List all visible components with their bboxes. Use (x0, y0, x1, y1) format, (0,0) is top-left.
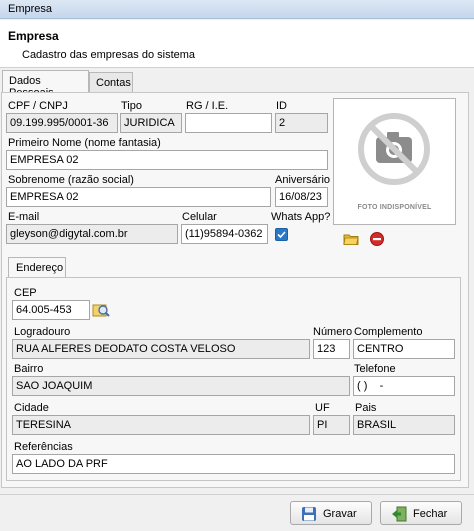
primeiro-nome-field[interactable]: EMPRESA 02 (6, 150, 328, 170)
logradouro-field[interactable]: RUA ALFERES DEODATO COSTA VELOSO (12, 339, 310, 359)
email-field[interactable]: gleyson@digytal.com.br (6, 224, 178, 244)
page-header: Empresa Cadastro das empresas do sistema (0, 20, 474, 68)
tipo-label: Tipo (121, 100, 142, 112)
pais-field[interactable]: BRASIL (353, 415, 455, 435)
uf-label: UF (315, 402, 330, 414)
referencias-label: Referências (14, 441, 73, 453)
rg-field[interactable] (185, 113, 272, 133)
no-photo-icon (358, 113, 430, 185)
sobrenome-label: Sobrenome (razão social) (8, 174, 134, 186)
remove-icon[interactable] (369, 231, 385, 247)
page-subtitle: Cadastro das empresas do sistema (22, 49, 196, 61)
tab-dados-pessoais[interactable]: Dados Pessoais (2, 70, 89, 99)
numero-label: Número (313, 326, 353, 338)
check-icon (277, 231, 286, 239)
pais-label: Pais (355, 402, 377, 414)
primeiro-nome-label: Primeiro Nome (nome fantasia) (8, 137, 161, 149)
whatsapp-label: Whats App? (271, 211, 331, 223)
tipo-field[interactable]: JURIDICA (120, 113, 182, 133)
id-label: ID (276, 100, 287, 112)
referencias-field[interactable]: AO LADO DA PRF (12, 454, 455, 474)
tab-endereco[interactable]: Endereço (8, 257, 66, 278)
telefone-field[interactable]: ( ) - (353, 376, 455, 396)
logradouro-label: Logradouro (14, 326, 71, 338)
cidade-label: Cidade (14, 402, 49, 414)
sobrenome-field[interactable]: EMPRESA 02 (6, 187, 271, 207)
cpf-label: CPF / CNPJ (8, 100, 68, 112)
close-button[interactable]: Fechar (380, 501, 462, 525)
folder-icon[interactable] (343, 231, 359, 247)
cep-search-icon[interactable] (92, 301, 110, 319)
uf-field[interactable]: PI (313, 415, 350, 435)
celular-field[interactable]: (11)95894-0362 (181, 224, 268, 244)
cep-label: CEP (14, 287, 37, 299)
cpf-field[interactable]: 09.199.995/0001-36 (6, 113, 118, 133)
save-icon (302, 507, 316, 521)
tab-contas[interactable]: Contas (89, 72, 133, 92)
photo-caption: FOTO INDISPONÍVEL (357, 204, 432, 211)
window-title: Empresa (0, 0, 474, 19)
complemento-field[interactable]: CENTRO (353, 339, 455, 359)
whatsapp-checkbox[interactable] (275, 228, 288, 241)
cep-field[interactable]: 64.005-453 (12, 300, 90, 320)
complemento-label: Complemento (354, 326, 423, 338)
bairro-field[interactable]: SAO JOAQUIM (12, 376, 350, 396)
save-button-label: Gravar (323, 508, 357, 520)
photo-box: FOTO INDISPONÍVEL (333, 98, 456, 225)
aniversario-label: Aniversário (275, 174, 331, 186)
bairro-label: Bairro (14, 363, 44, 375)
numero-field[interactable]: 123 (313, 339, 350, 359)
page-title: Empresa (8, 29, 59, 43)
cidade-field[interactable]: TERESINA (12, 415, 310, 435)
exit-icon (392, 506, 407, 522)
celular-label: Celular (182, 211, 217, 223)
aniversario-field[interactable]: 16/08/23 (275, 187, 328, 207)
close-button-label: Fechar (413, 508, 448, 520)
id-field[interactable]: 2 (275, 113, 328, 133)
email-label: E-mail (8, 211, 40, 223)
save-button[interactable]: Gravar (290, 501, 372, 525)
telefone-label: Telefone (354, 363, 396, 375)
rg-label: RG / I.E. (186, 100, 229, 112)
tab-bar: Dados Pessoais Contas (0, 70, 474, 99)
